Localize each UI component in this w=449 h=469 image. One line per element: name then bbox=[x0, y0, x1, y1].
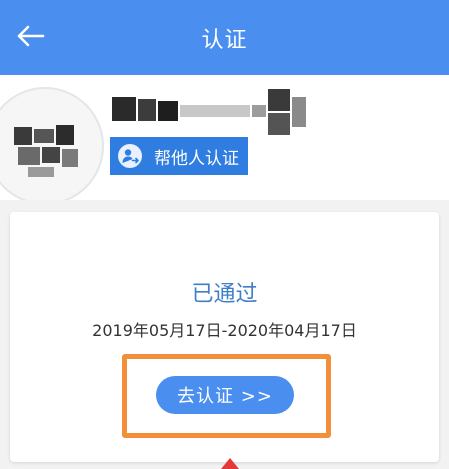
name-mosaic-1 bbox=[112, 97, 136, 121]
name-mosaic-3 bbox=[158, 101, 178, 121]
page-title: 认证 bbox=[201, 28, 248, 53]
certification-status: 已通过 bbox=[191, 282, 258, 307]
go-certify-button[interactable]: 去认证 >> bbox=[156, 376, 294, 414]
certification-date-range: 2019年05月17日-2020年04月17日 bbox=[92, 321, 357, 340]
name-mosaic-6 bbox=[268, 89, 290, 111]
user-swap-icon bbox=[118, 144, 142, 168]
avatar-mosaic-1 bbox=[14, 127, 32, 145]
profile-section: 帮他人认证 bbox=[0, 75, 449, 200]
name-mosaic-4 bbox=[180, 105, 250, 117]
certification-card: 已通过 2019年05月17日-2020年04月17日 去认证 >> bbox=[10, 212, 439, 462]
name-mosaic-7 bbox=[268, 113, 290, 135]
avatar-mosaic-6 bbox=[62, 149, 78, 167]
name-mosaic-2 bbox=[138, 99, 156, 121]
help-others-certify-button[interactable]: 帮他人认证 bbox=[110, 137, 248, 175]
avatar bbox=[0, 87, 104, 200]
avatar-mosaic-5 bbox=[42, 147, 60, 163]
name-mosaic-8 bbox=[292, 97, 306, 127]
help-button-label: 帮他人认证 bbox=[154, 148, 239, 169]
app-bar: 认证 bbox=[0, 0, 449, 75]
name-mosaic-5 bbox=[252, 105, 266, 117]
avatar-mosaic-3 bbox=[56, 125, 74, 145]
avatar-mosaic-2 bbox=[34, 129, 54, 143]
triangle-mark-icon bbox=[221, 458, 239, 469]
avatar-mosaic-4 bbox=[18, 147, 40, 165]
avatar-mosaic-7 bbox=[28, 167, 54, 177]
